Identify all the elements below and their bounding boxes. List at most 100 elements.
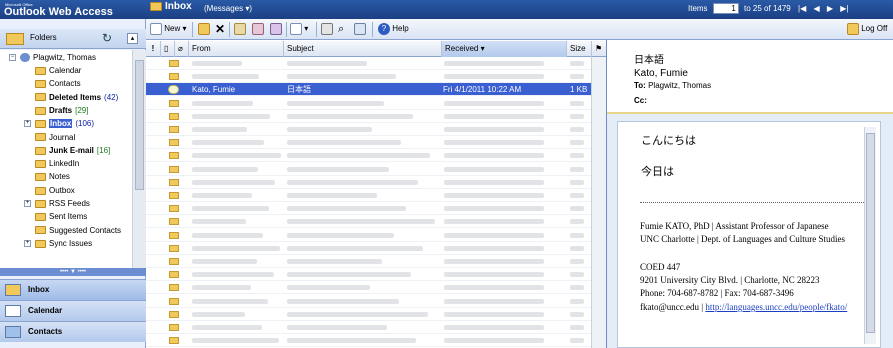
folder-item-suggested-contacts[interactable]: Suggested Contacts: [35, 224, 121, 237]
address-book-button[interactable]: [354, 22, 366, 36]
folder-item-outbox[interactable]: Outbox: [35, 184, 75, 197]
delete-button[interactable]: ✕: [215, 22, 225, 36]
obscured-text: [192, 325, 262, 330]
message-row-selected[interactable]: Kato, Fumie日本語Fri 4/1/2011 10:22 AM1 KB▽: [146, 83, 606, 97]
logoff-button[interactable]: Log Off: [847, 22, 887, 36]
move-button[interactable]: [198, 22, 210, 36]
envelope-icon: [169, 152, 179, 160]
view-label: (Messages: [204, 4, 244, 13]
find-button[interactable]: ⌕: [338, 22, 344, 36]
folder-scrollbar[interactable]: [132, 50, 146, 269]
from-column-header[interactable]: From: [189, 41, 284, 57]
message-row[interactable]: ▽: [146, 215, 606, 229]
flag-column-header[interactable]: ⚑: [592, 41, 606, 57]
attachment-column-header[interactable]: ⌀: [175, 41, 189, 57]
folder-item-sent-items[interactable]: Sent Items: [35, 210, 87, 223]
reading-pane-scrollbar[interactable]: [864, 127, 876, 344]
message-row[interactable]: ▽: [146, 202, 606, 216]
view-selector[interactable]: (Messages ▾): [204, 4, 252, 13]
chevron-down-icon: ▾: [304, 24, 309, 33]
size-column-header[interactable]: Size: [567, 41, 592, 57]
message-row[interactable]: ▽: [146, 189, 606, 202]
collapse-toggle[interactable]: −: [9, 54, 16, 61]
message-row[interactable]: ▽: [146, 229, 606, 242]
document-icon: ▯: [164, 44, 169, 53]
message-row[interactable]: ▽: [146, 281, 606, 295]
page-input[interactable]: 1: [712, 3, 739, 15]
forward-button[interactable]: [270, 22, 282, 36]
message-row[interactable]: ▽: [146, 242, 606, 255]
mailbox-owner[interactable]: Plagwitz, Thomas: [20, 51, 96, 64]
obscured-text: [444, 206, 544, 212]
nav-inbox-button[interactable]: Inbox: [0, 279, 146, 300]
signature-link[interactable]: http://languages.uncc.edu/people/fkato/: [705, 302, 847, 312]
next-page-icon[interactable]: ▶: [827, 2, 833, 16]
type-column-header[interactable]: ▯: [161, 41, 175, 57]
view-button[interactable]: ▾: [290, 22, 308, 36]
folder-item-inbox[interactable]: Inbox (106): [35, 117, 94, 130]
body-line-1: こんにちは: [641, 135, 696, 147]
expand-toggle[interactable]: +: [24, 120, 31, 128]
collapse-icon[interactable]: ▴: [127, 33, 138, 44]
new-button[interactable]: New ▾: [150, 22, 187, 36]
message-sender: Kato, Fumie: [634, 68, 688, 79]
move-folder-icon: [198, 22, 210, 35]
message-row[interactable]: ▽: [146, 268, 606, 282]
message-list-scrollbar[interactable]: [591, 57, 606, 348]
folder-item-calendar[interactable]: Calendar: [35, 64, 81, 77]
message-row[interactable]: ▽: [146, 123, 606, 136]
expand-toggle[interactable]: +: [24, 200, 31, 207]
subject-column-header[interactable]: Subject: [284, 41, 442, 57]
message-row[interactable]: ▽: [146, 57, 606, 70]
message-row[interactable]: ▽: [146, 308, 606, 321]
expand-toggle[interactable]: +: [24, 239, 31, 247]
scrollbar-thumb[interactable]: [135, 60, 144, 190]
folder-item-rss-feeds[interactable]: RSS Feeds: [35, 197, 90, 210]
folder-item-notes[interactable]: Notes: [35, 170, 70, 183]
message-row[interactable]: ▽: [146, 321, 606, 334]
last-page-icon[interactable]: ▶|: [840, 2, 848, 16]
folder-item-contacts[interactable]: Contacts: [35, 77, 81, 90]
first-page-icon[interactable]: |◀: [798, 2, 806, 16]
obscured-text: [444, 153, 544, 159]
folder-item-drafts[interactable]: Drafts [29]: [35, 104, 88, 117]
received-column-header[interactable]: Received ▾: [442, 41, 567, 57]
logoff-label: Log Off: [861, 24, 888, 33]
folder-item-deleted-items[interactable]: Deleted Items (42): [35, 91, 118, 104]
message-row[interactable]: ▽: [146, 176, 606, 189]
message-row[interactable]: ▽: [146, 255, 606, 268]
prev-page-icon[interactable]: ◀: [813, 2, 819, 16]
obscured-text: [444, 259, 544, 264]
signature-divider: [640, 202, 870, 203]
message-row[interactable]: ▽: [146, 136, 606, 150]
reply-button[interactable]: [234, 22, 246, 36]
message-row[interactable]: ▽: [146, 163, 606, 176]
scrollbar-thumb[interactable]: [866, 133, 875, 333]
importance-column-header[interactable]: !: [146, 41, 161, 57]
help-button[interactable]: ? Help: [378, 22, 409, 36]
folder-item-junk-e-mail[interactable]: Junk E-mail [16]: [35, 144, 110, 157]
message-row[interactable]: ▽: [146, 149, 606, 163]
folder-item-linkedin[interactable]: LinkedIn: [35, 157, 79, 170]
message-row[interactable]: ▽: [146, 70, 606, 84]
reply-all-button[interactable]: [252, 22, 264, 36]
folder-icon: [35, 159, 46, 168]
folder-item-sync-issues[interactable]: Sync Issues: [35, 237, 92, 250]
separator: [372, 22, 373, 37]
nav-contacts-button[interactable]: Contacts: [0, 321, 146, 342]
obscured-text: [192, 245, 280, 251]
folder-icon: [35, 146, 46, 155]
refresh-icon[interactable]: ↻: [102, 31, 112, 45]
obscured-text: [192, 285, 251, 291]
nav-calendar-button[interactable]: Calendar: [0, 300, 146, 321]
pane-splitter[interactable]: •••• ▼ ••••: [0, 268, 146, 276]
folder-count: (42): [104, 92, 119, 102]
message-row[interactable]: ▽: [146, 295, 606, 308]
message-row[interactable]: ▽: [146, 97, 606, 110]
print-button[interactable]: [321, 22, 333, 36]
folder-item-journal[interactable]: Journal: [35, 131, 75, 144]
folder-label: Suggested Contacts: [49, 225, 122, 235]
message-row[interactable]: ▽: [146, 110, 606, 123]
owner-name: Plagwitz, Thomas: [33, 53, 96, 62]
message-row[interactable]: ▽: [146, 334, 606, 348]
